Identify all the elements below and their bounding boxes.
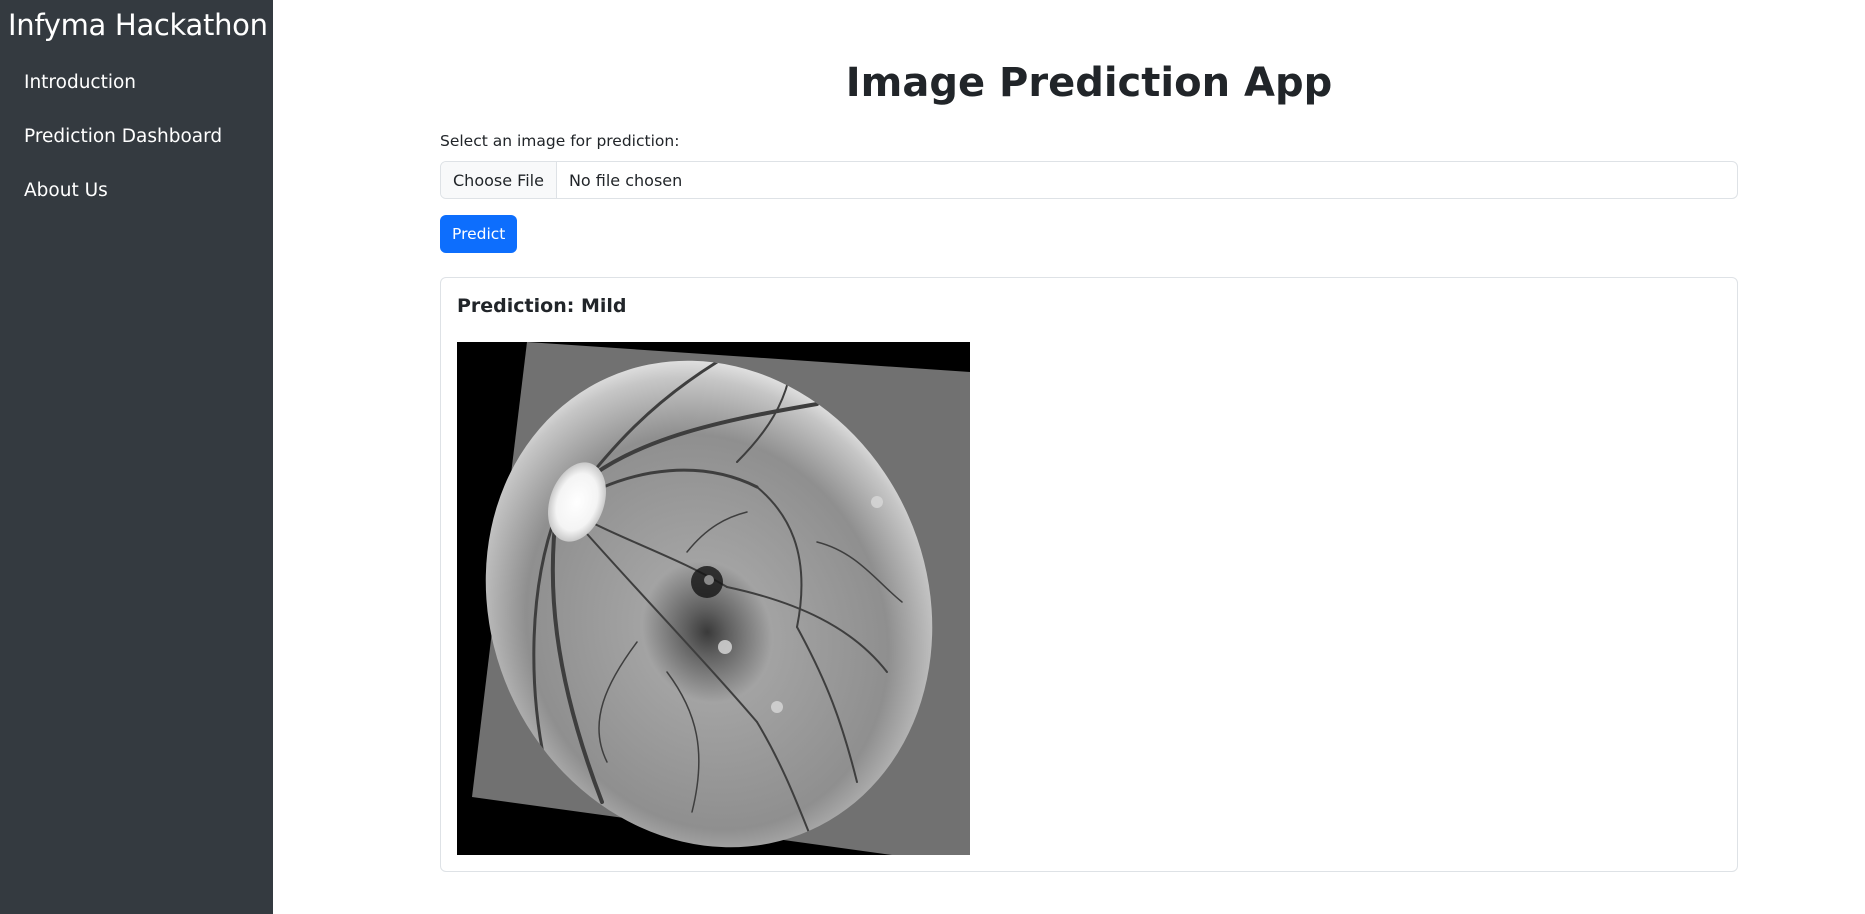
- file-input-label: Select an image for prediction:: [440, 132, 680, 150]
- page-title: Image Prediction App: [845, 60, 1333, 106]
- sidebar-item-introduction[interactable]: Introduction: [8, 72, 273, 126]
- choose-file-button[interactable]: Choose File: [441, 162, 557, 198]
- brand-title: Infyma Hackathon: [8, 8, 268, 42]
- prediction-result-title: Prediction: Mild: [457, 295, 627, 317]
- predict-button[interactable]: Predict: [440, 215, 518, 253]
- sidebar-item-about-us[interactable]: About Us: [8, 180, 273, 234]
- retina-fundus-image: [457, 342, 970, 855]
- sidebar: Infyma Hackathon Introduction Prediction…: [0, 0, 273, 914]
- retina-image-graphic: [457, 342, 970, 855]
- file-status-text: No file chosen: [568, 170, 683, 190]
- main-content: Image Prediction App Select an image for…: [273, 0, 1865, 914]
- file-input[interactable]: Choose File No file chosen: [440, 161, 1738, 199]
- sidebar-item-prediction-dashboard[interactable]: Prediction Dashboard: [8, 126, 273, 180]
- prediction-result-card: Prediction: Mild: [440, 277, 1738, 872]
- app-layout: Infyma Hackathon Introduction Prediction…: [0, 0, 1865, 914]
